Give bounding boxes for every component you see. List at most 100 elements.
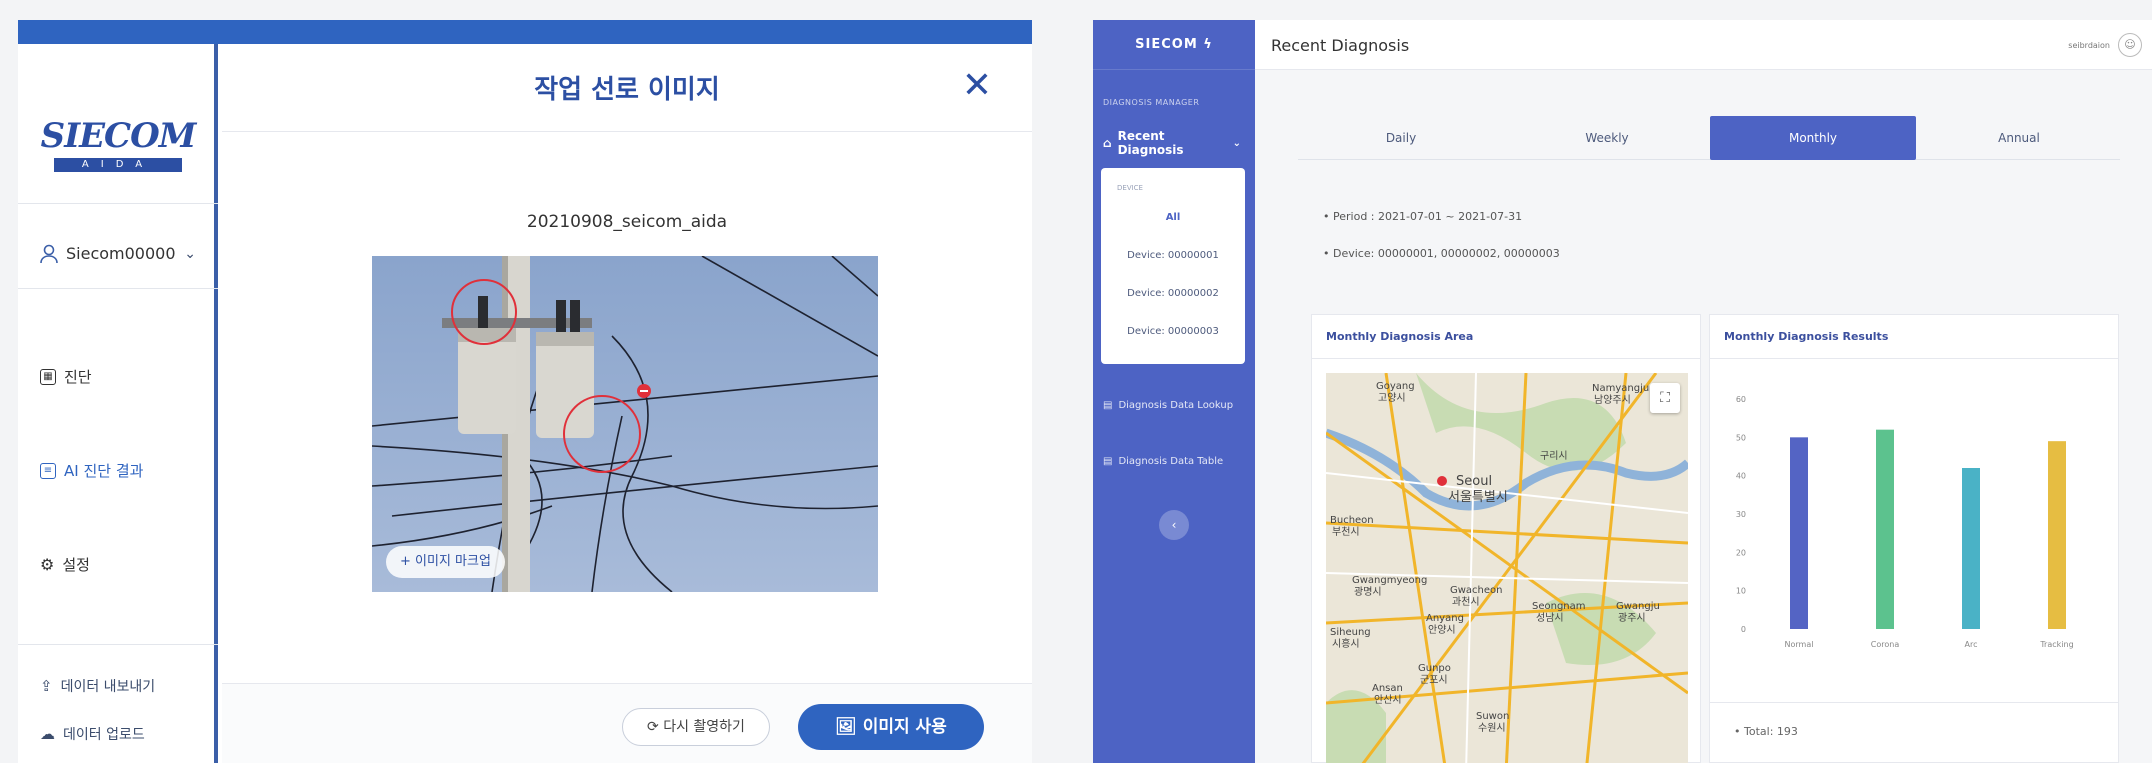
page-title: Recent Diagnosis	[1271, 36, 1410, 55]
map-label-gwacheon: Gwacheon	[1450, 585, 1503, 596]
siecom-aida-logo: SIECOM AIDA	[18, 84, 218, 204]
map-label-gwacheon-ko: 과천시	[1452, 596, 1480, 608]
map-label-seongnam: Seongnam	[1532, 601, 1586, 612]
menu-label: Diagnosis Data Table	[1118, 456, 1224, 467]
logo-sub-text: AIDA	[54, 157, 182, 172]
map-label-bucheon: Bucheon	[1330, 515, 1374, 526]
image-modal: 작업 선로 이미지 ✕ 20210908_seicom_aida + 이미지 마…	[222, 44, 1032, 763]
map-label-goyang: Goyang	[1376, 381, 1415, 392]
avatar: ☺	[2118, 33, 2142, 57]
collapse-sidebar-button[interactable]: ‹	[1159, 510, 1189, 540]
total-text: Total: 193	[1744, 725, 1798, 738]
map-card: Monthly Diagnosis Area Goyang 고양시 Seoul …	[1311, 314, 1701, 763]
upload-data-link[interactable]: ☁ 데이터 업로드	[40, 724, 145, 744]
user-icon	[40, 244, 58, 263]
device-item-2[interactable]: Device: 00000002	[1101, 288, 1245, 299]
export-data-link[interactable]: ⇪ 데이터 내보내기	[40, 676, 155, 696]
gear-icon: ⚙	[40, 555, 55, 574]
export-data-label: 데이터 내보내기	[60, 679, 156, 695]
bar-arc[interactable]	[1962, 468, 1980, 629]
y-tick-label: 30	[1736, 510, 1746, 519]
menu-label: Recent Diagnosis	[1117, 129, 1184, 157]
nav-item-label: 설정	[62, 556, 90, 574]
y-tick-label: 20	[1736, 548, 1746, 557]
cloud-upload-icon: ☁	[40, 725, 55, 743]
pole-photo-drawing	[372, 256, 878, 592]
map-label-gunpo: Gunpo	[1418, 663, 1451, 674]
upload-icon: ⇪	[40, 677, 53, 695]
bar-normal[interactable]	[1790, 437, 1808, 629]
menu-label: Diagnosis Data Lookup	[1118, 400, 1234, 411]
y-tick-label: 60	[1736, 395, 1746, 404]
diagnosis-map[interactable]: Goyang 고양시 Seoul 서울특별시 Bucheon 부천시 Gwang…	[1326, 373, 1688, 763]
logo-main-text: SIECOM	[40, 115, 197, 156]
y-tick-label: 10	[1736, 587, 1746, 596]
menu-recent-diagnosis[interactable]: ⌂ Recent Diagnosis ⌄	[1093, 129, 1255, 157]
sidebar-divider	[18, 644, 218, 645]
map-label-gwangju-ko: 광주시	[1618, 612, 1646, 624]
modal-title: 작업 선로 이미지	[534, 75, 720, 105]
user-name: seibrdaion	[2068, 40, 2110, 50]
map-label-guri-ko: 구리시	[1540, 450, 1568, 462]
home-icon: ⌂	[1103, 136, 1112, 150]
nav-item-label: AI 진단 결과	[64, 462, 144, 480]
map-label-namyangju: Namyangju	[1592, 383, 1649, 394]
chevron-down-icon: ⌄	[1232, 137, 1241, 149]
period-info: • Period : 2021-07-01 ~ 2021-07-31	[1323, 210, 1523, 223]
close-icon[interactable]: ✕	[962, 66, 992, 106]
nav-item-diagnosis[interactable]: ▦ 진단	[40, 366, 92, 387]
document-icon: ≡	[40, 462, 56, 479]
map-label-anyang-ko: 안양시	[1428, 624, 1456, 636]
fullscreen-icon[interactable]: ⛶	[1650, 383, 1680, 413]
dashboard-window: SIECOM ϟ DIAGNOSIS MANAGER ⌂ Recent Diag…	[1093, 20, 2152, 763]
device-text: Device: 00000001, 00000002, 00000003	[1333, 247, 1560, 260]
retake-photo-button[interactable]: ⟳ 다시 촬영하기	[622, 708, 770, 746]
x-tick-label: Corona	[1871, 640, 1900, 649]
menu-data-lookup[interactable]: ▤ Diagnosis Data Lookup	[1103, 400, 1233, 411]
map-label-gwangmyeong: Gwangmyeong	[1352, 575, 1427, 586]
modal-footer: ⟳ 다시 촬영하기 🖼 이미지 사용	[222, 683, 1032, 763]
map-label-gunpo-ko: 군포시	[1420, 674, 1448, 686]
bar-corona[interactable]	[1876, 429, 1894, 629]
list-icon: ▤	[1103, 400, 1113, 411]
siecom-logo: SIECOM ϟ	[1093, 20, 1255, 70]
map-label-goyang-ko: 고양시	[1378, 392, 1406, 404]
total-count: • Total: 193	[1710, 702, 2118, 762]
upload-data-label: 데이터 업로드	[63, 727, 145, 743]
user-menu[interactable]: seibrdaion ☺	[2068, 33, 2142, 57]
map-drawing: Goyang 고양시 Seoul 서울특별시 Bucheon 부천시 Gwang…	[1326, 373, 1688, 763]
map-label-anyang: Anyang	[1426, 613, 1464, 624]
screenshot-root: SIECOM AIDA Siecom00000 ⌄ ▦ 진단 ≡ AI 진단 결…	[0, 0, 2152, 763]
map-label-namyangju-ko: 남양주시	[1594, 394, 1631, 406]
map-card-title: Monthly Diagnosis Area	[1312, 315, 1700, 359]
nav-item-ai-results[interactable]: ≡ AI 진단 결과	[40, 460, 143, 481]
y-tick-label: 0	[1741, 625, 1746, 634]
image-markup-button[interactable]: + 이미지 마크업	[386, 546, 505, 578]
map-label-gwangmyeong-ko: 광명시	[1354, 586, 1382, 598]
image-filename: 20210908_seicom_aida	[526, 212, 728, 232]
tab-annual[interactable]: Annual	[1916, 116, 2122, 160]
use-image-button[interactable]: 🖼 이미지 사용	[798, 704, 984, 750]
tab-weekly[interactable]: Weekly	[1504, 116, 1710, 160]
bar-tracking[interactable]	[2048, 441, 2066, 629]
chevron-down-icon: ⌄	[184, 245, 196, 262]
map-label-suwon-ko: 수원시	[1478, 722, 1506, 734]
device-item-all[interactable]: All	[1101, 212, 1245, 223]
map-label-gwangju: Gwangju	[1616, 601, 1660, 612]
map-label-seoul: Seoul	[1456, 474, 1492, 489]
chart-card-title: Monthly Diagnosis Results	[1710, 315, 2118, 359]
x-tick-label: Arc	[1965, 640, 1978, 649]
nav-item-settings[interactable]: ⚙ 설정	[40, 554, 90, 575]
table-icon: ▤	[1103, 456, 1113, 467]
results-bar-chart: 0 10 20 30 40 50 60 Normal Corona Arc Tracking	[1736, 395, 2074, 649]
map-label-seoul-ko: 서울특별시	[1448, 490, 1508, 505]
tab-monthly[interactable]: Monthly	[1710, 116, 1916, 160]
user-menu[interactable]: Siecom00000 ⌄	[18, 219, 218, 289]
tab-daily[interactable]: Daily	[1298, 116, 1504, 160]
device-item-1[interactable]: Device: 00000001	[1101, 250, 1245, 261]
image-icon: 🖼	[835, 717, 863, 737]
results-chart-card: Monthly Diagnosis Results 0 10 20 30 40 50 60 N…	[1709, 314, 2119, 763]
menu-data-table[interactable]: ▤ Diagnosis Data Table	[1103, 456, 1223, 467]
device-label: DEVICE	[1117, 184, 1143, 192]
device-item-3[interactable]: Device: 00000003	[1101, 326, 1245, 337]
